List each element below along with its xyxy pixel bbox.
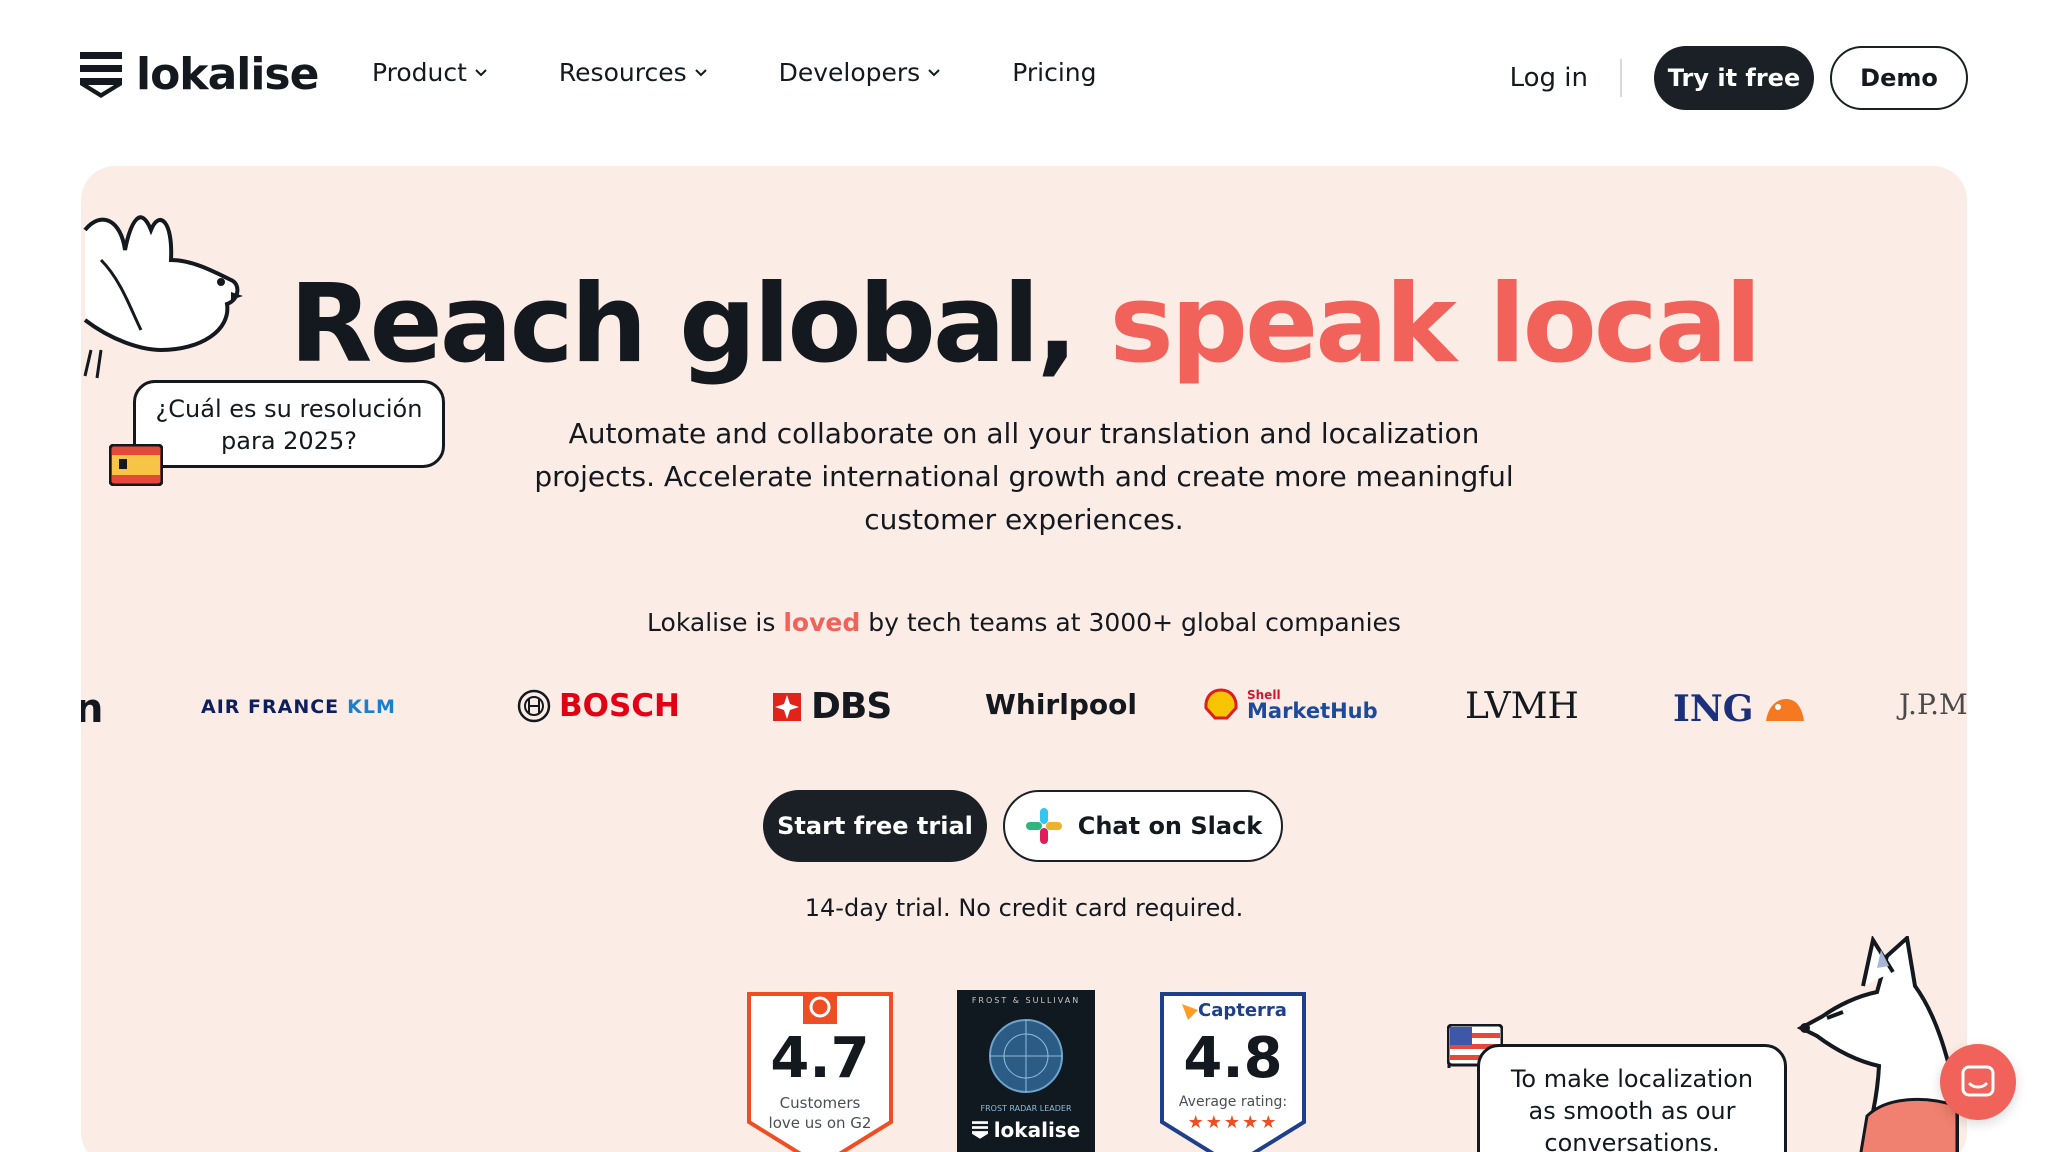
nav-resources-label: Resources <box>558 58 687 87</box>
logo-dbs: DBS <box>771 686 892 727</box>
markethub-text: MarketHub <box>1247 698 1378 723</box>
lokalise-mini-icon <box>971 1121 988 1139</box>
g2-caption-1: Customers <box>779 1094 861 1112</box>
logo-lvmh: LVMH <box>1465 686 1579 727</box>
loved-suffix: by tech teams at 3000+ global companies <box>860 608 1401 637</box>
bubble-en-line1: To make localization <box>1510 1065 1754 1093</box>
klm-text: KLM <box>347 696 396 718</box>
demo-button[interactable]: Demo <box>1830 46 1968 110</box>
frost-top-text: FROST & SULLIVAN <box>971 996 1081 1005</box>
header-divider <box>1620 59 1622 97</box>
ing-text: ING <box>1673 688 1754 730</box>
logo-whirlpool: Whirlpool <box>985 688 1137 721</box>
main-nav: Product Resources Developers Pricing <box>372 58 1168 87</box>
airfrance-text: AIR FRANCE <box>201 696 340 718</box>
g2-caption-2: love us on G2 <box>768 1114 872 1132</box>
site-header: lokalise Product Resources Developers Pr… <box>0 0 2048 160</box>
fox-illustration <box>1797 936 1959 1152</box>
social-proof-text: Lokalise is loved by tech teams at 3000+… <box>81 608 1967 637</box>
bubble-en-line3: conversations. <box>1544 1129 1720 1152</box>
chevron-down-icon <box>928 68 940 76</box>
capterra-badge[interactable]: Capterra 4.8 Average rating: ★★★★★ <box>1158 990 1308 1152</box>
customer-logos: n AIR FRANCE KLM BOSCH DBS Whirlpool She… <box>81 674 1967 754</box>
capterra-stars: ★★★★★ <box>1187 1112 1279 1133</box>
chevron-down-icon <box>694 68 707 76</box>
g2-badge[interactable]: 4.7 Customers love us on G2 <box>745 990 895 1152</box>
loved-word: loved <box>783 608 861 637</box>
logo-partial: n <box>81 686 104 732</box>
chat-on-slack-button[interactable]: Chat on Slack <box>1003 790 1283 862</box>
hero-cta-row: Start free trial Chat on Slack <box>763 790 1283 862</box>
nav-product-label: Product <box>372 58 467 87</box>
logo-jpmorgan: J.P.M <box>1899 688 1967 721</box>
bubble-es-line1: ¿Cuál es su resolución <box>155 395 423 423</box>
bubble-es-line2: para 2025? <box>221 427 357 455</box>
speech-bubble-es: ¿Cuál es su resolución para 2025? <box>133 380 445 468</box>
nav-resources[interactable]: Resources <box>559 58 707 87</box>
frost-radar-badge[interactable]: FROST & SULLIVAN FROST RADAR LEADER loka… <box>957 990 1095 1152</box>
shell-markethub-text: Shell MarketHub <box>1247 689 1378 722</box>
logo-bosch: BOSCH <box>517 688 680 724</box>
logo-airfrance-klm: AIR FRANCE KLM <box>201 696 396 718</box>
loved-prefix: Lokalise is <box>647 608 784 637</box>
spain-flag-icon <box>109 444 163 486</box>
speech-bubble-en: To make localization as smooth as our co… <box>1477 1044 1787 1152</box>
hero-subtitle: Automate and collaborate on all your tra… <box>534 417 1514 536</box>
capterra-name: Capterra <box>1198 1000 1287 1021</box>
login-link[interactable]: Log in <box>1510 63 1588 93</box>
hero-section: ¿Cuál es su resolución para 2025? Reach … <box>81 166 1967 1152</box>
try-it-free-button[interactable]: Try it free <box>1654 46 1814 110</box>
logo-text: lokalise <box>136 49 319 100</box>
bosch-text: BOSCH <box>559 688 681 724</box>
shell-icon <box>1204 688 1238 720</box>
capterra-rating: 4.8 <box>1183 1026 1283 1091</box>
nav-product[interactable]: Product <box>372 58 487 87</box>
nav-pricing[interactable]: Pricing <box>1012 58 1096 87</box>
radar-globe-icon <box>989 1019 1063 1093</box>
lokalise-logo[interactable]: lokalise <box>80 49 319 100</box>
slack-icon <box>1025 808 1062 844</box>
logo-ing: ING <box>1673 688 1808 730</box>
lokalise-logo-icon <box>80 52 122 98</box>
nav-developers[interactable]: Developers <box>779 58 941 87</box>
chat-widget-button[interactable] <box>1940 1044 2016 1120</box>
chat-icon <box>1961 1065 1995 1097</box>
slack-label: Chat on Slack <box>1077 812 1263 840</box>
headline-accent: speak local <box>1109 262 1761 387</box>
frost-logo-text: lokalise <box>993 1118 1081 1142</box>
nav-developers-label: Developers <box>778 58 921 87</box>
header-actions: Log in Try it free Demo <box>1510 46 1968 110</box>
bosch-icon <box>517 689 551 723</box>
frost-leader-text: FROST RADAR LEADER <box>980 1104 1072 1113</box>
dbs-text: DBS <box>811 686 892 727</box>
start-free-trial-button[interactable]: Start free trial <box>763 790 987 862</box>
dbs-star-icon <box>773 692 801 721</box>
capterra-caption: Average rating: <box>1178 1094 1288 1110</box>
trial-note: 14-day trial. No credit card required. <box>804 894 1244 922</box>
frost-lokalise-logo: lokalise <box>957 1118 1095 1142</box>
nav-pricing-label: Pricing <box>1012 58 1097 87</box>
hero-headline: Reach global, speak local <box>81 260 1967 390</box>
headline-main: Reach global, <box>289 262 1110 387</box>
bubble-en-line2: as smooth as our <box>1528 1097 1736 1125</box>
chevron-down-icon <box>475 68 487 76</box>
lion-icon <box>1765 699 1804 721</box>
g2-rating: 4.7 <box>770 1026 870 1091</box>
logo-shell-markethub: Shell MarketHub <box>1203 688 1378 722</box>
